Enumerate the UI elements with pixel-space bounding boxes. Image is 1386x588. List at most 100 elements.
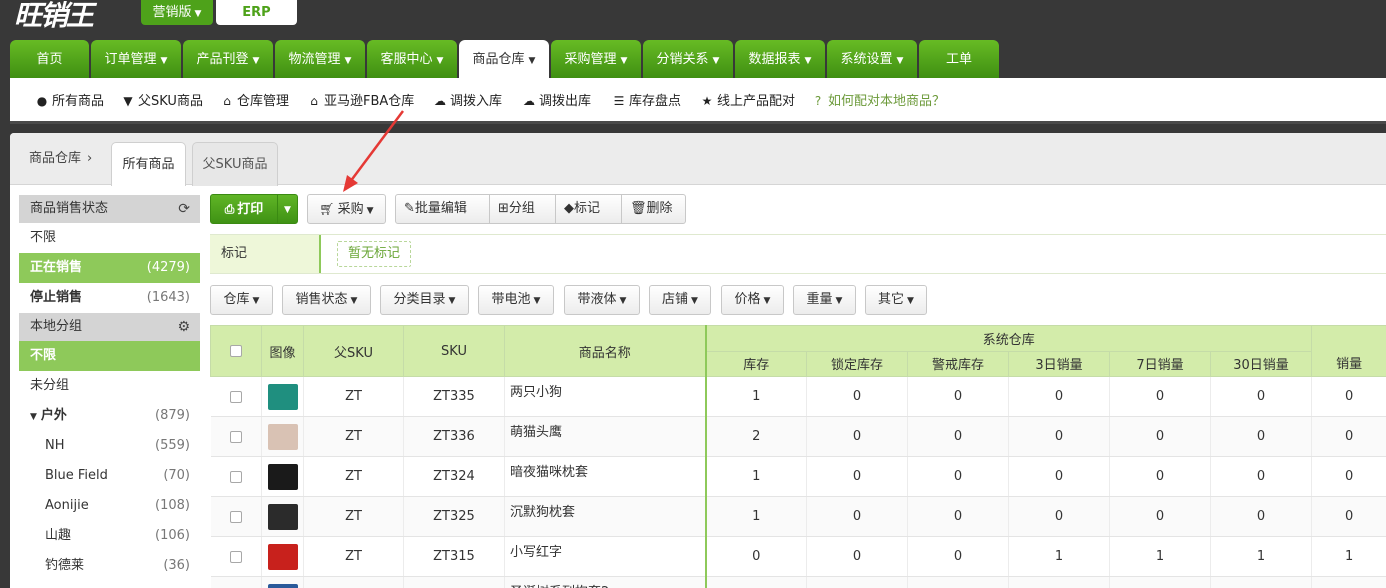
group-item[interactable]: 钓德莱 (36) — [19, 551, 200, 581]
table-row[interactable]: ZT ZT324 暗夜猫咪枕套 1 0 0 0 0 0 0 — [210, 456, 1386, 497]
tab-parent-sku[interactable]: 父SKU商品 — [192, 142, 278, 186]
tab-all-products[interactable]: 所有商品 — [111, 142, 186, 186]
nav-tab-logistics[interactable]: 物流管理 ▼ — [275, 40, 365, 78]
product-name-cell[interactable]: 萌猫头鹰 — [504, 416, 706, 457]
delete-button[interactable]: 🗑︎删除 — [622, 195, 685, 223]
row-checkbox[interactable] — [229, 550, 242, 563]
nav-tab-warehouse[interactable]: 商品仓库 ▼ — [459, 40, 549, 78]
caret-down-icon[interactable]: ▼ — [30, 412, 37, 422]
table-row[interactable]: 圣诞树系列抱套2 — [210, 576, 1386, 588]
gear-icon[interactable]: ⚙ — [177, 313, 190, 341]
product-name-cell[interactable]: 小写红字 — [504, 536, 706, 577]
nav-tab-settings[interactable]: 系统设置 ▼ — [827, 40, 917, 78]
nav-tab-tickets[interactable]: 工单 — [919, 40, 999, 78]
product-thumbnail[interactable] — [267, 583, 298, 588]
column-header-name[interactable]: 商品名称 — [504, 325, 706, 377]
subnav-fba-warehouse[interactable]: ⌂ 亚马逊FBA仓库 — [307, 78, 414, 124]
product-name-cell[interactable]: 圣诞树系列抱套2 — [504, 576, 706, 588]
nav-tab-listing[interactable]: 产品刊登 ▼ — [183, 40, 273, 78]
row-checkbox[interactable] — [229, 470, 242, 483]
group-item[interactable]: ▼ 户外 (879) — [19, 401, 200, 431]
product-thumbnail[interactable] — [267, 383, 298, 410]
sku-cell[interactable] — [403, 576, 505, 588]
column-header-sales-7d[interactable]: 7日销量 — [1109, 350, 1211, 377]
batch-edit-button[interactable]: ✎批量编辑 — [396, 195, 490, 223]
row-checkbox[interactable] — [229, 390, 242, 403]
product-thumbnail[interactable] — [267, 423, 298, 450]
product-thumbnail[interactable] — [267, 463, 298, 490]
breadcrumb-root[interactable]: 商品仓库 — [29, 151, 81, 166]
nav-tab-orders[interactable]: 订单管理 ▼ — [91, 40, 181, 78]
subnav-warehouse-mgmt[interactable]: ⌂ 仓库管理 — [220, 78, 289, 124]
subnav-transfer-in[interactable]: ☁ 调拨入库 — [433, 78, 502, 124]
refresh-icon[interactable]: ⟳ — [178, 195, 190, 223]
column-header-sku[interactable]: SKU — [403, 325, 505, 377]
product-thumbnail[interactable] — [267, 543, 298, 570]
group-button[interactable]: ⊞分组 — [490, 195, 556, 223]
edition-dropdown[interactable]: 营销版 ▼ — [141, 0, 213, 25]
filter-liquid[interactable]: 带液体 ▼ — [564, 285, 640, 315]
column-header-parent-sku[interactable]: 父SKU — [303, 325, 404, 377]
table-row[interactable]: ZT ZT325 沉默狗枕套 1 0 0 0 0 0 0 — [210, 496, 1386, 537]
column-header-sales-30d[interactable]: 30日销量 — [1209, 350, 1313, 377]
group-item[interactable]: Blue Field (70) — [19, 461, 200, 491]
filter-other[interactable]: 其它 ▼ — [865, 285, 927, 315]
print-dropdown-button[interactable]: ▼ — [277, 194, 298, 224]
sale-status-item[interactable]: 不限 — [19, 223, 200, 253]
filter-store[interactable]: 店铺 ▼ — [649, 285, 711, 315]
mark-button[interactable]: ◆标记 — [556, 195, 622, 223]
parent-sku-cell: ZT — [303, 496, 404, 537]
filter-warehouse[interactable]: 仓库 ▼ — [210, 285, 273, 315]
column-header-stock[interactable]: 库存 — [704, 350, 807, 377]
column-header-sales[interactable]: 销量 — [1311, 325, 1386, 377]
subnav-all-products[interactable]: ● 所有商品 — [35, 78, 104, 124]
sku-cell[interactable]: ZT324 — [403, 456, 505, 497]
print-button[interactable]: ⎙ 打印 — [210, 194, 278, 224]
group-item[interactable]: Aonijie (108) — [19, 491, 200, 521]
filter-category[interactable]: 分类目录 ▼ — [380, 285, 469, 315]
group-item[interactable]: 不限 — [19, 341, 200, 371]
table-row[interactable]: ZT ZT336 萌猫头鹰 2 0 0 0 0 0 0 — [210, 416, 1386, 457]
subnav-parent-sku[interactable]: ▼ 父SKU商品 — [121, 78, 203, 124]
select-all-checkbox[interactable] — [230, 345, 242, 357]
table-row[interactable]: ZT ZT335 两只小狗 1 0 0 0 0 0 0 — [210, 376, 1386, 417]
subnav-label: 亚马逊FBA仓库 — [324, 94, 415, 109]
filter-label: 销售状态 — [295, 292, 348, 307]
group-item[interactable]: NH (559) — [19, 431, 200, 461]
filter-battery[interactable]: 带电池 ▼ — [478, 285, 554, 315]
nav-tab-home[interactable]: 首页 — [10, 40, 89, 78]
product-name-cell[interactable]: 暗夜猫咪枕套 — [504, 456, 706, 497]
subnav-online-pairing[interactable]: ★ 线上产品配对 — [700, 78, 795, 124]
row-checkbox[interactable] — [229, 430, 242, 443]
row-checkbox[interactable] — [229, 510, 242, 523]
nav-tab-distribution[interactable]: 分销关系 ▼ — [643, 40, 733, 78]
filter-weight[interactable]: 重量 ▼ — [793, 285, 856, 315]
subnav-stocktake[interactable]: ☰ 库存盘点 — [612, 78, 681, 124]
subnav-transfer-out[interactable]: ☁ 调拨出库 — [522, 78, 591, 124]
product-name-cell[interactable]: 沉默狗枕套 — [504, 496, 706, 537]
sku-cell[interactable]: ZT336 — [403, 416, 505, 457]
column-header-sales-3d[interactable]: 3日销量 — [1008, 350, 1110, 377]
sku-cell[interactable]: ZT325 — [403, 496, 505, 537]
group-item[interactable]: 未分组 — [19, 371, 200, 401]
filter-price[interactable]: 价格 ▼ — [721, 285, 784, 315]
erp-button[interactable]: ERP — [216, 0, 297, 25]
nav-tab-service[interactable]: 客服中心 ▼ — [367, 40, 457, 78]
column-header-locked-stock[interactable]: 锁定库存 — [806, 350, 908, 377]
filter-sale-status[interactable]: 销售状态 ▼ — [282, 285, 371, 315]
subnav-help-link[interactable]: ? 如何配对本地商品？ — [811, 78, 945, 124]
nav-tab-purchase[interactable]: 采购管理 ▼ — [551, 40, 641, 78]
product-name-cell[interactable]: 两只小狗 — [504, 376, 706, 417]
group-item[interactable]: 山趣 (106) — [19, 521, 200, 551]
product-thumbnail[interactable] — [267, 503, 298, 530]
column-header-alert-stock[interactable]: 警戒库存 — [907, 350, 1009, 377]
table-row[interactable]: ZT ZT315 小写红字 0 0 0 1 1 1 1 — [210, 536, 1386, 577]
sale-status-item[interactable]: 停止销售 (1643) — [19, 283, 200, 313]
nav-tab-reports[interactable]: 数据报表 ▼ — [735, 40, 825, 78]
no-tag-chip[interactable]: 暂无标记 — [337, 241, 412, 267]
sku-cell[interactable]: ZT335 — [403, 376, 505, 417]
app-logo[interactable]: 旺销王 — [14, 0, 94, 32]
purchase-button[interactable]: 🛒︎ 采购 ▼ — [307, 194, 386, 224]
sku-cell[interactable]: ZT315 — [403, 536, 505, 577]
sale-status-item[interactable]: 正在销售 (4279) — [19, 253, 200, 283]
